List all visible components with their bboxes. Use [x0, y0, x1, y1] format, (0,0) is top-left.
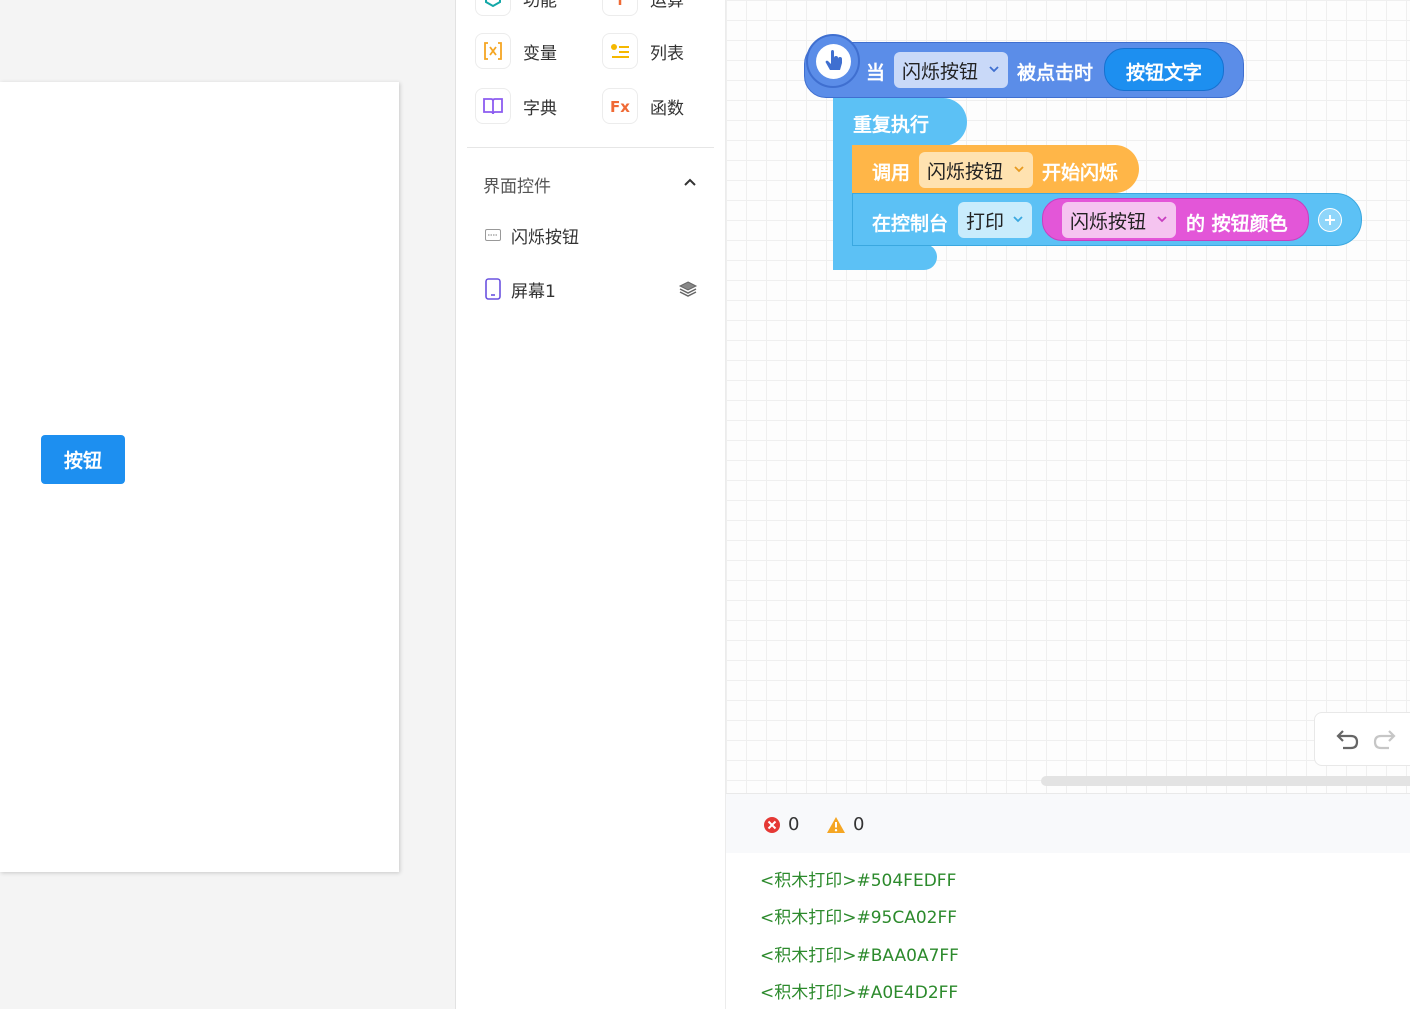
warning-icon	[827, 816, 845, 833]
hand-pointer-icon	[816, 44, 851, 79]
operator-icon	[602, 0, 638, 16]
block-workspace[interactable]: 当 闪烁按钮 被点击时 按钮文字 重复执行 调用 闪烁按钮 开始闪烁 在控制台 …	[726, 0, 1410, 793]
category-operator[interactable]: 运算	[602, 0, 684, 16]
print-mode-dropdown[interactable]: 打印	[958, 202, 1032, 238]
category-label: 变量	[523, 43, 557, 64]
category-label: 运算	[650, 0, 684, 11]
event-component-dropdown[interactable]: 闪烁按钮	[894, 52, 1008, 88]
palette-divider	[467, 147, 714, 148]
error-count-value: 0	[788, 814, 800, 835]
redo-icon[interactable]	[1371, 726, 1397, 752]
dropdown-value: 闪烁按钮	[1070, 210, 1147, 233]
plus-icon	[1325, 215, 1335, 225]
property-component-dropdown[interactable]: 闪烁按钮	[1062, 202, 1176, 238]
category-dictionary[interactable]: 字典	[475, 88, 557, 124]
category-function[interactable]: Fx 函数	[602, 88, 684, 124]
console-log-line: <积木打印>#504FEDFF	[760, 871, 957, 891]
add-argument-button[interactable]	[1318, 208, 1342, 232]
console-log-line: <积木打印>#95CA02FF	[760, 908, 958, 928]
error-icon	[764, 816, 780, 833]
preview-area: 按钮	[0, 0, 455, 1009]
phone-screen-icon	[485, 278, 501, 300]
preview-button[interactable]: 按钮	[41, 435, 125, 484]
button-component-icon	[485, 229, 501, 241]
event-hat	[806, 34, 860, 88]
console-log-line: <积木打印>#A0E4D2FF	[760, 983, 959, 1003]
call-method-label: 开始闪烁	[1042, 162, 1119, 184]
console-log-line: <积木打印>#BAA0A7FF	[760, 946, 959, 966]
svg-text:Fx: Fx	[610, 98, 630, 116]
category-function-block[interactable]: 功能	[475, 0, 557, 16]
call-label: 调用	[872, 162, 911, 184]
chevron-down-icon	[1014, 166, 1024, 173]
section-title-ui-components: 界面控件	[483, 177, 551, 197]
variable-icon	[475, 33, 511, 69]
error-counter[interactable]: 0	[763, 814, 799, 835]
tree-item-screen1[interactable]: 屏幕1	[485, 276, 556, 302]
console-header: 0 0	[726, 793, 1410, 853]
chevron-down-icon	[1157, 216, 1167, 223]
repeat-block-bottom	[833, 244, 937, 270]
print-label: 在控制台	[872, 213, 949, 235]
category-variable[interactable]: 变量	[475, 33, 557, 69]
block-palette: 功能 运算 变量 列表 字典 Fx 函数 界面控件 闪烁按钮 屏幕1	[455, 0, 726, 1009]
phone-screen-preview: 按钮	[0, 82, 399, 872]
event-when-label: 当	[866, 62, 886, 84]
repeat-label: 重复执行	[853, 114, 930, 136]
call-component-dropdown[interactable]: 闪烁按钮	[919, 152, 1033, 188]
dropdown-value: 闪烁按钮	[927, 160, 1004, 183]
category-label: 功能	[523, 0, 557, 11]
chevron-up-icon[interactable]	[682, 174, 698, 190]
tree-item-label: 闪烁按钮	[511, 227, 579, 248]
list-icon	[602, 33, 638, 69]
category-label: 列表	[650, 43, 684, 64]
layers-icon[interactable]	[678, 280, 698, 298]
tree-item-label: 屏幕1	[511, 281, 556, 302]
undo-redo-panel	[1314, 712, 1410, 766]
undo-icon[interactable]	[1335, 726, 1361, 752]
workspace-horizontal-scrollbar[interactable]	[1041, 776, 1410, 786]
chevron-down-icon	[989, 66, 999, 73]
dropdown-value: 闪烁按钮	[902, 60, 979, 83]
event-param-pill[interactable]: 按钮文字	[1104, 48, 1224, 91]
category-label: 函数	[650, 98, 684, 119]
tree-item-blink-button[interactable]: 闪烁按钮	[485, 222, 579, 248]
category-label: 字典	[523, 98, 557, 119]
console-panel: 0 0 <积木打印>#504FEDFF <积木打印>#95CA02FF <积木打…	[726, 793, 1410, 1009]
event-param-label: 按钮文字	[1126, 62, 1203, 84]
book-icon	[475, 88, 511, 124]
category-list[interactable]: 列表	[602, 33, 684, 69]
warning-count-value: 0	[853, 814, 865, 835]
property-name-label: 的 按钮颜色	[1186, 213, 1288, 235]
cube-icon	[475, 0, 511, 16]
warning-counter[interactable]: 0	[826, 814, 864, 835]
event-clicked-label: 被点击时	[1017, 62, 1094, 84]
function-icon: Fx	[602, 88, 638, 124]
chevron-down-icon	[1013, 216, 1023, 223]
dropdown-value: 打印	[966, 210, 1005, 233]
